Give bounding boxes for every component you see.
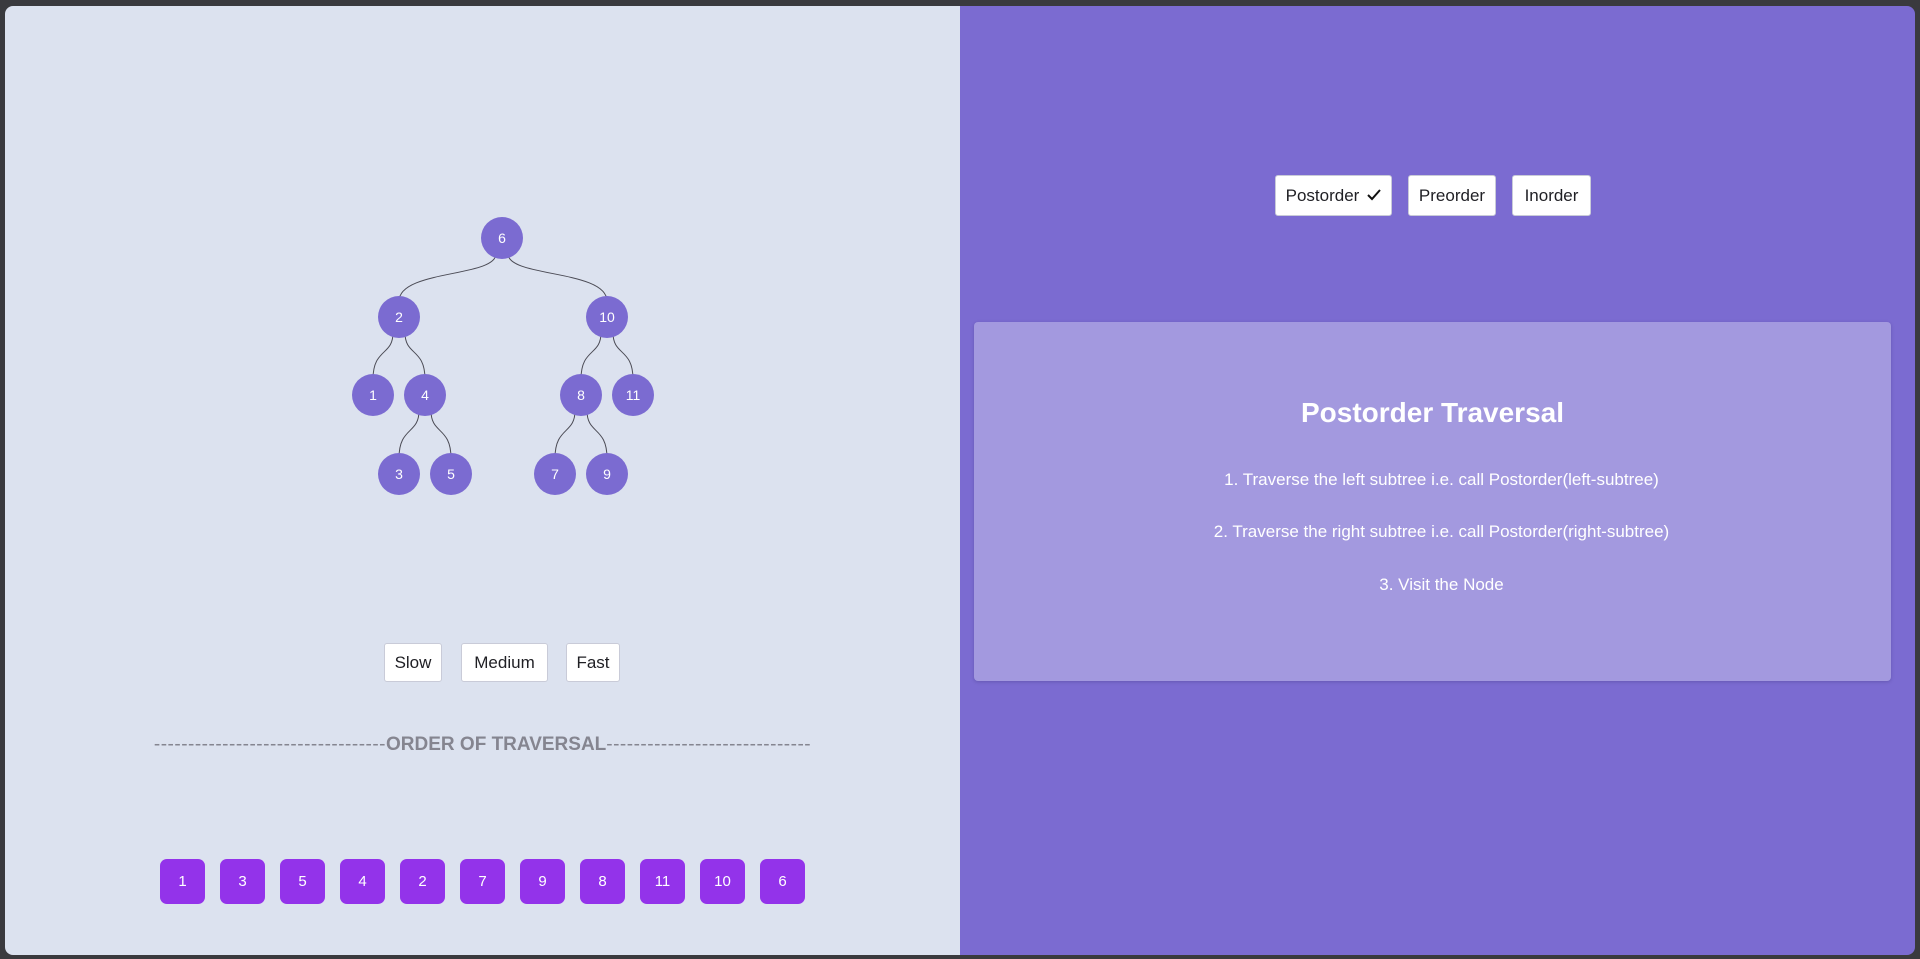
tree-node-11: 11 (612, 374, 654, 416)
fast-speed-button[interactable]: Fast (566, 643, 620, 682)
inorder-tab[interactable]: Inorder (1512, 175, 1591, 216)
tree-edge (430, 410, 452, 459)
tree-node-8: 8 (560, 374, 602, 416)
tree-node-label: 3 (395, 466, 403, 482)
medium-speed-button[interactable]: Medium (461, 643, 548, 682)
order-item: 9 (520, 859, 565, 904)
tree-edge (554, 410, 576, 459)
order-heading-text: ORDER OF TRAVERSAL (386, 734, 607, 755)
tree-node-label: 1 (369, 387, 377, 403)
divider-dashes-right: ------------------------------ (606, 734, 812, 755)
tree-node-2: 2 (378, 296, 420, 338)
tree-node-3: 3 (378, 453, 420, 495)
check-icon (1367, 186, 1382, 200)
tree-edge (398, 253, 497, 302)
tree-edge (586, 410, 608, 459)
info-panel: Postorder Preorder Inorder Postorder Tra… (960, 6, 1915, 955)
divider-dashes-left: ---------------------------------- (153, 734, 387, 755)
tree-node-4: 4 (404, 374, 446, 416)
preorder-tab[interactable]: Preorder (1408, 175, 1496, 216)
tree-edge (580, 332, 602, 380)
tree-node-label: 10 (599, 309, 615, 325)
tree-node-7: 7 (534, 453, 576, 495)
tree-node-label: 9 (603, 466, 611, 482)
tree-node-label: 11 (626, 387, 641, 403)
tree-node-9: 9 (586, 453, 628, 495)
tree-edge (372, 332, 394, 380)
traversal-info-card: Postorder Traversal 1. Traverse the left… (974, 322, 1891, 681)
tree-edge (404, 332, 426, 380)
order-item: 7 (460, 859, 505, 904)
order-item: 11 (640, 859, 685, 904)
tree-node-10: 10 (586, 296, 628, 338)
order-item: 4 (340, 859, 385, 904)
order-item: 2 (400, 859, 445, 904)
postorder-tab[interactable]: Postorder (1275, 175, 1392, 216)
order-item: 10 (700, 859, 745, 904)
tree-node-label: 2 (395, 309, 403, 325)
order-item: 5 (280, 859, 325, 904)
order-item: 8 (580, 859, 625, 904)
traversal-step-2: 2. Traverse the right subtree i.e. call … (1213, 522, 1670, 541)
tree-edge (398, 410, 420, 459)
tree-edge (507, 253, 608, 302)
order-item: 3 (220, 859, 265, 904)
order-of-traversal-heading: ----------------------------------ORDER … (5, 734, 960, 756)
traversal-step-1: 1. Traverse the left subtree i.e. call P… (1224, 470, 1659, 489)
tree-node-5: 5 (430, 453, 472, 495)
postorder-tab-label: Postorder (1285, 185, 1360, 205)
tree-node-label: 7 (551, 466, 559, 482)
order-item: 6 (760, 859, 805, 904)
tree-node-label: 4 (421, 387, 429, 403)
tree-node-label: 5 (447, 466, 455, 482)
visualizer-panel: 6 2 10 1 4 8 11 3 5 7 9 Slow Medium Fast ---------… (5, 6, 960, 955)
tree-node-label: 6 (498, 230, 506, 246)
tree-node-1: 1 (352, 374, 394, 416)
tree-node-label: 8 (577, 387, 585, 403)
traversal-step-3: 3. Visit the Node (1379, 575, 1504, 594)
traversal-title: Postorder Traversal (1300, 397, 1565, 428)
order-item: 1 (160, 859, 205, 904)
tree-edge (612, 332, 634, 380)
app-window: 6 2 10 1 4 8 11 3 5 7 9 Slow Medium Fast ---------… (5, 6, 1915, 955)
tree-node-6: 6 (481, 217, 523, 259)
binary-tree: 6 2 10 1 4 8 11 3 5 7 9 (352, 217, 654, 495)
slow-speed-button[interactable]: Slow (384, 643, 442, 682)
